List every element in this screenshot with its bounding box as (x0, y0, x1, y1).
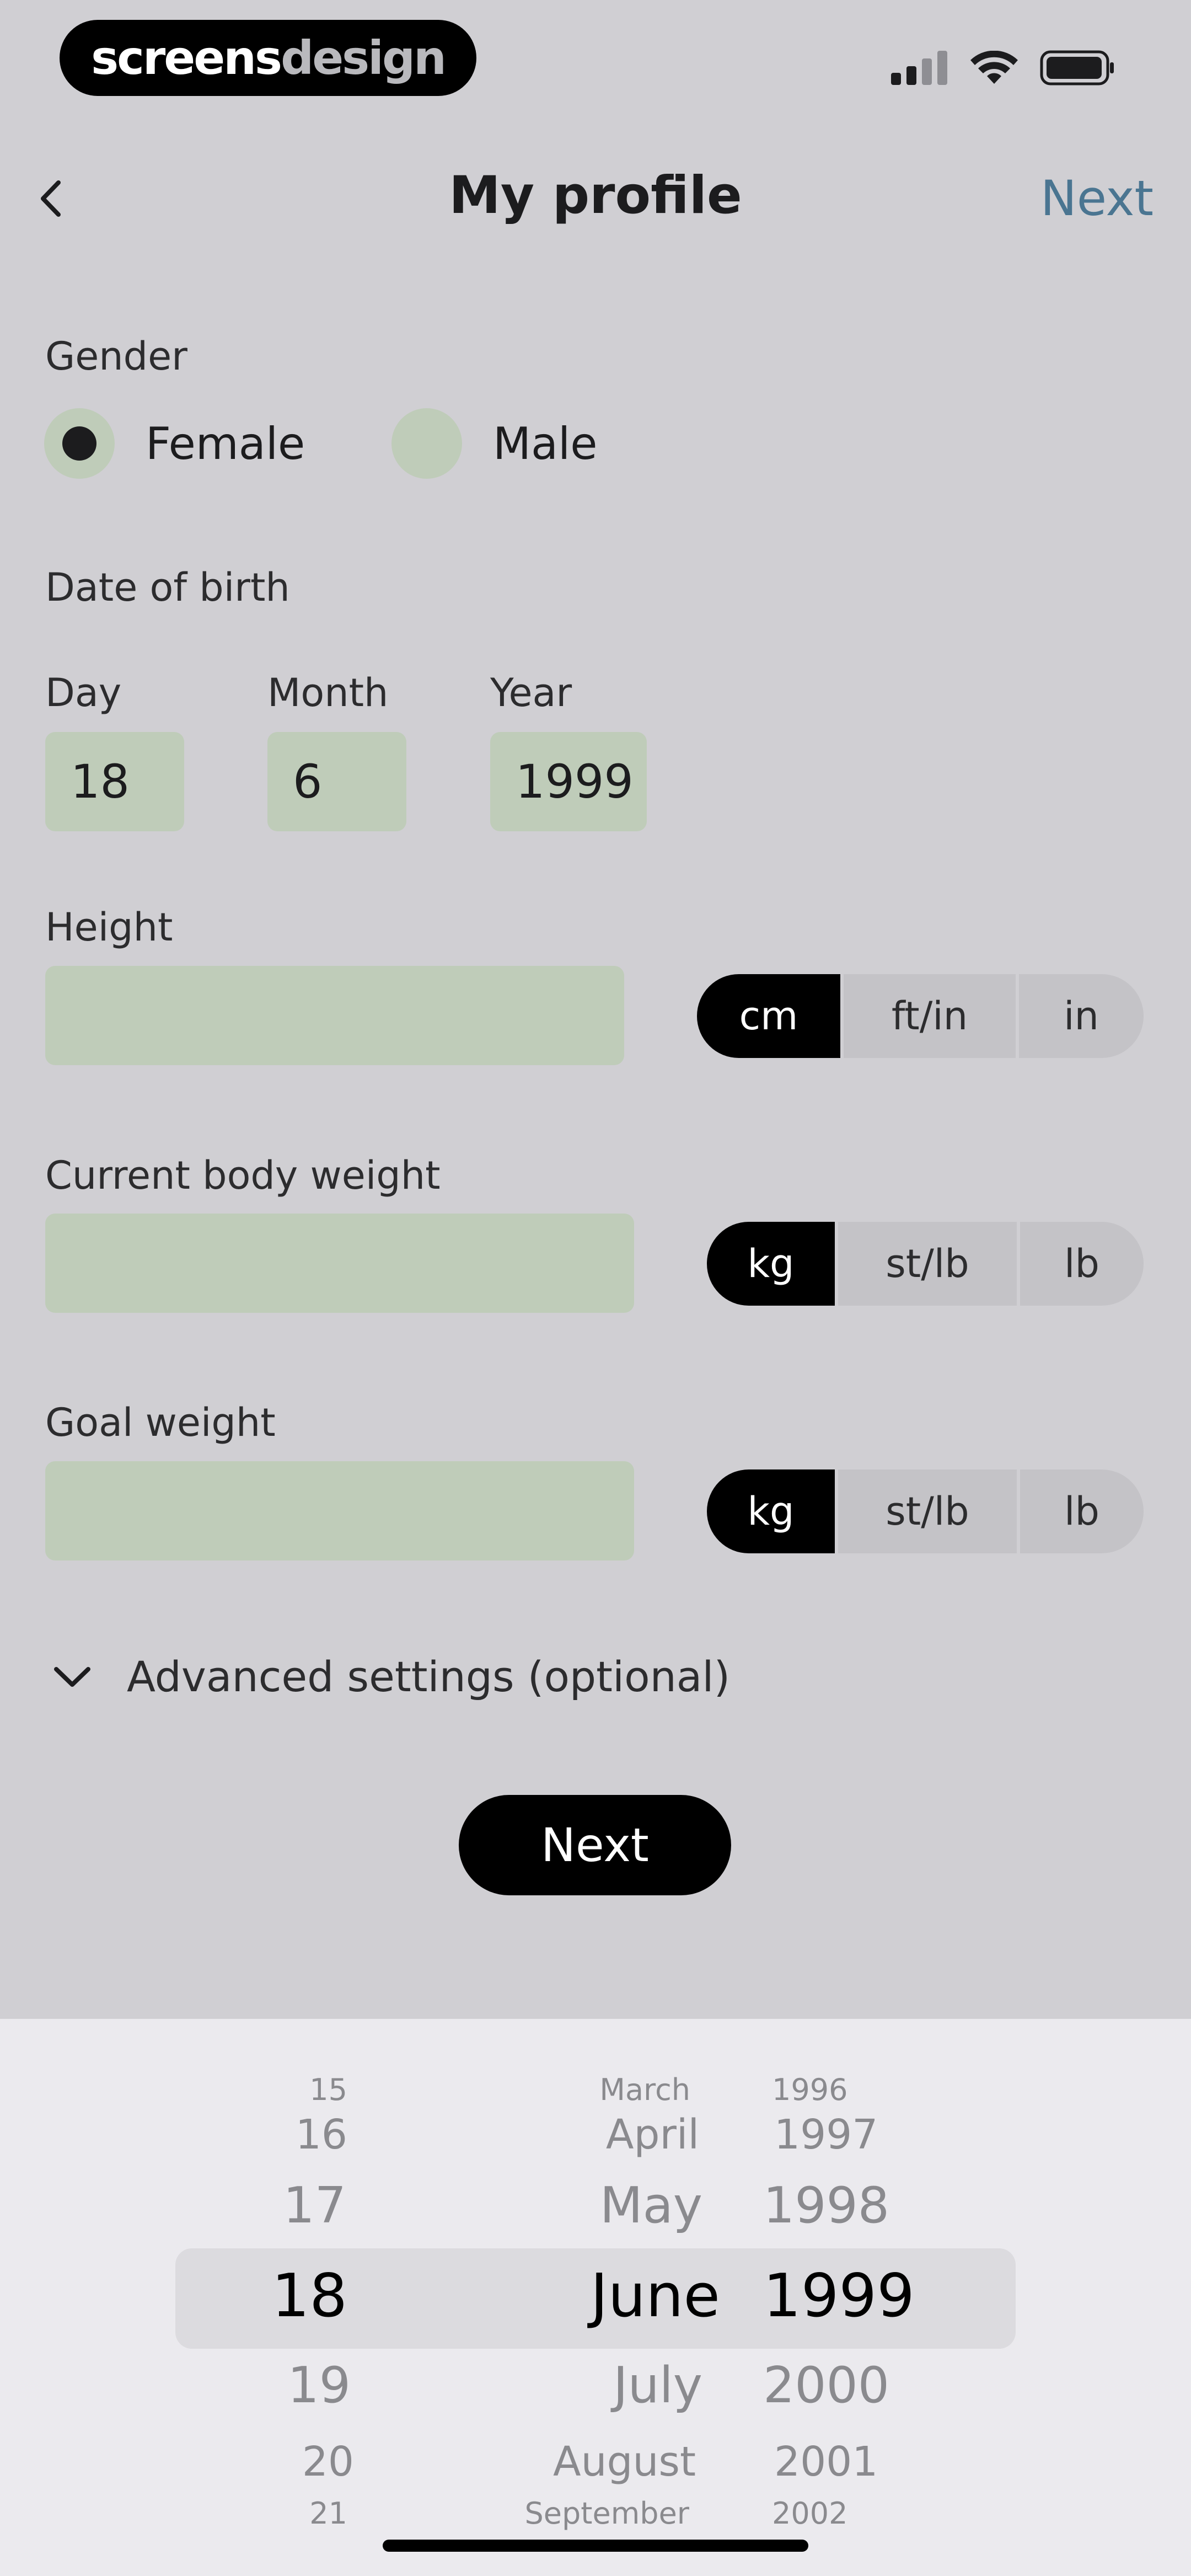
year-label: Year (490, 670, 572, 715)
female-label: Female (146, 418, 305, 469)
header-next-button[interactable]: Next (1040, 170, 1154, 227)
wifi-icon (970, 51, 1018, 84)
current-weight-input[interactable] (45, 1214, 634, 1313)
unit-stlb-button[interactable]: st/lb (838, 1469, 1020, 1553)
chevron-down-icon (54, 1666, 90, 1687)
picker-month-item[interactable]: March (599, 2072, 690, 2107)
picker-month-item[interactable]: September (525, 2496, 689, 2531)
goal-weight-input[interactable] (45, 1461, 634, 1560)
picker-day-item[interactable]: 20 (302, 2438, 354, 2486)
picker-day-item[interactable]: 21 (309, 2496, 347, 2531)
picker-year-selected[interactable]: 1999 (763, 2262, 915, 2331)
current-weight-label: Current body weight (45, 1153, 441, 1198)
month-label: Month (267, 670, 389, 715)
date-picker[interactable]: 15 16 17 18 19 20 21 March April May Jun… (0, 2019, 1191, 2576)
male-radio[interactable] (391, 408, 462, 479)
unit-kg-button[interactable]: kg (707, 1222, 838, 1306)
page-title: My profile (449, 165, 742, 226)
picker-month-item[interactable]: April (606, 2111, 699, 2158)
back-button[interactable] (39, 174, 77, 223)
picker-month-item[interactable]: August (553, 2438, 696, 2486)
gender-option-male[interactable]: Male (391, 408, 598, 479)
dob-label: Date of birth (45, 565, 290, 610)
brand-text-design: design (281, 31, 447, 85)
unit-kg-button[interactable]: kg (707, 1469, 838, 1553)
status-icons (891, 49, 1115, 87)
picker-year-item[interactable]: 2001 (774, 2438, 878, 2486)
picker-day-item[interactable]: 17 (283, 2177, 346, 2235)
male-label: Male (493, 418, 598, 469)
height-label: Height (45, 905, 173, 950)
unit-stlb-button[interactable]: st/lb (838, 1222, 1020, 1306)
brand-text-screens: screens (91, 31, 282, 85)
unit-cm-button[interactable]: cm (697, 974, 844, 1058)
picker-year-item[interactable]: 2002 (772, 2496, 847, 2531)
brand-logo: screens design (60, 20, 476, 96)
picker-month-item[interactable]: July (613, 2356, 702, 2414)
unit-lb-button[interactable]: lb (1020, 1469, 1144, 1553)
cellular-signal-icon (891, 51, 947, 85)
radio-selected-dot (62, 426, 96, 461)
height-unit-toggle: cm ft/in in (697, 974, 1144, 1058)
female-radio[interactable] (44, 408, 115, 479)
gender-label: Gender (45, 334, 187, 379)
picker-year-item[interactable]: 1997 (774, 2111, 878, 2158)
picker-day-item[interactable]: 19 (287, 2356, 351, 2414)
unit-ftin-button[interactable]: ft/in (844, 974, 1019, 1058)
picker-year-item[interactable]: 2000 (763, 2356, 889, 2414)
goal-weight-label: Goal weight (45, 1400, 276, 1445)
picker-day-item[interactable]: 16 (296, 2111, 347, 2158)
advanced-settings-label: Advanced settings (optional) (127, 1652, 731, 1701)
goal-weight-unit-toggle: kg st/lb lb (707, 1469, 1144, 1553)
month-field[interactable]: 6 (267, 732, 406, 831)
year-field[interactable]: 1999 (490, 732, 647, 831)
day-field[interactable]: 18 (45, 732, 184, 831)
height-input[interactable] (45, 966, 624, 1065)
gender-option-female[interactable]: Female (44, 408, 305, 479)
day-label: Day (45, 670, 122, 715)
picker-day-item[interactable]: 15 (309, 2072, 347, 2107)
picker-day-selected[interactable]: 18 (272, 2262, 347, 2331)
unit-lb-button[interactable]: lb (1020, 1222, 1144, 1306)
picker-year-item[interactable]: 1996 (772, 2072, 847, 2107)
unit-in-button[interactable]: in (1019, 974, 1144, 1058)
chevron-left-icon (41, 180, 61, 217)
next-button[interactable]: Next (459, 1795, 731, 1895)
picker-month-item[interactable]: May (600, 2177, 702, 2235)
advanced-settings-toggle[interactable]: Advanced settings (optional) (53, 1652, 730, 1701)
battery-icon (1040, 50, 1114, 85)
home-indicator (383, 2540, 808, 2552)
picker-month-selected[interactable]: June (591, 2262, 720, 2331)
picker-year-item[interactable]: 1998 (763, 2177, 889, 2235)
current-weight-unit-toggle: kg st/lb lb (707, 1222, 1144, 1306)
